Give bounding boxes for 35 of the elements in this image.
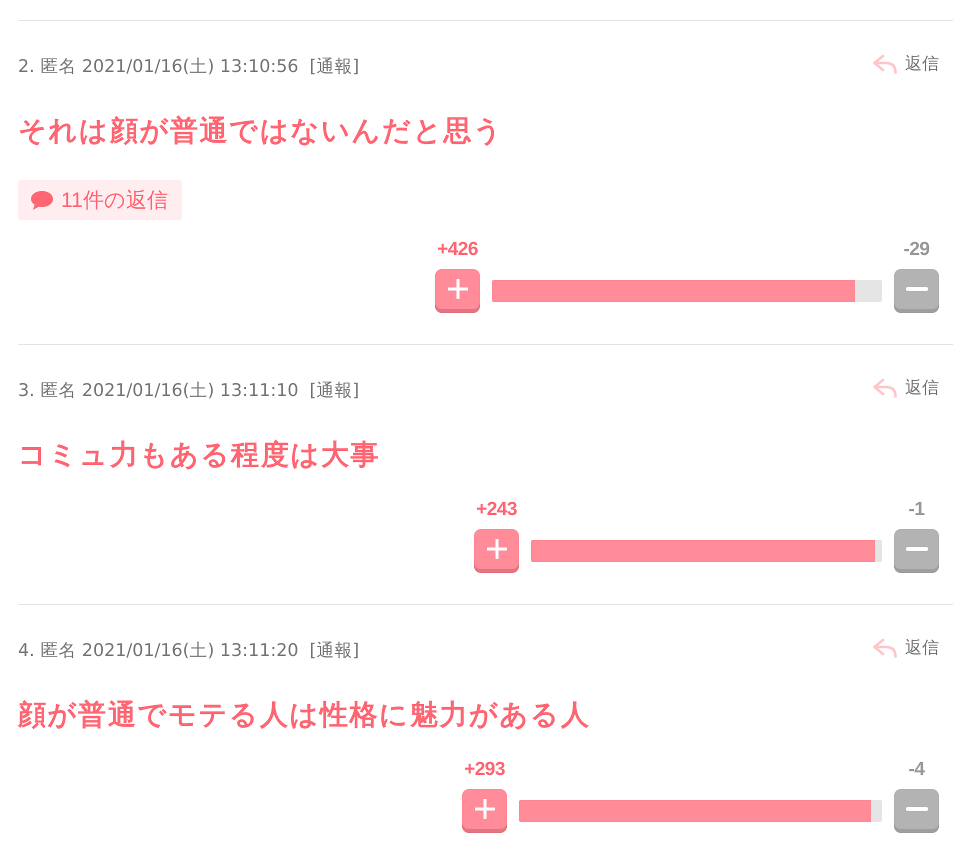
comment-header: 3. 匿名 2021/01/16(土) 13:11:10 xyxy=(18,380,299,403)
minus-icon xyxy=(906,287,928,291)
plus-vote-count: +426 xyxy=(437,240,478,260)
speech-bubble-icon xyxy=(30,190,54,210)
replies-button[interactable]: 11件の返信 xyxy=(18,180,182,220)
reply-arrow-icon xyxy=(872,54,898,74)
minus-icon xyxy=(906,807,928,811)
minus-vote-count: -4 xyxy=(908,760,924,780)
comment-text: それは顔が普通ではないんだと思う xyxy=(18,114,505,148)
reply-link[interactable]: 返信 xyxy=(872,377,939,399)
reply-arrow-icon xyxy=(872,378,898,398)
minus-vote-button[interactable] xyxy=(894,789,939,833)
plus-vote-button[interactable] xyxy=(462,789,507,833)
minus-vote-button[interactable] xyxy=(894,269,939,313)
plus-vote-count: +293 xyxy=(464,760,505,780)
comment-text: コミュ力もある程度は大事 xyxy=(18,438,382,472)
comment-header: 2. 匿名 2021/01/16(土) 13:10:56 xyxy=(18,56,299,79)
minus-icon xyxy=(906,547,928,551)
reply-link[interactable]: 返信 xyxy=(872,53,939,75)
plus-vote-button[interactable] xyxy=(435,269,480,313)
plus-vote-button[interactable] xyxy=(474,529,519,573)
plus-icon xyxy=(474,799,494,819)
minus-vote-count: -1 xyxy=(908,500,924,520)
minus-vote-count: -29 xyxy=(904,240,930,260)
reply-arrow-icon xyxy=(872,638,898,658)
report-link[interactable]: [通報] xyxy=(310,55,360,79)
plus-vote-count: +243 xyxy=(476,500,517,520)
plus-icon xyxy=(486,539,506,559)
reply-link[interactable]: 返信 xyxy=(872,637,939,659)
comment-text: 顔が普通でモテる人は性格に魅力がある人 xyxy=(18,698,592,732)
comment-header: 4. 匿名 2021/01/16(土) 13:11:20 xyxy=(18,640,299,663)
minus-vote-button[interactable] xyxy=(894,529,939,573)
report-link[interactable]: [通報] xyxy=(310,639,360,663)
report-link[interactable]: [通報] xyxy=(310,379,360,403)
plus-icon xyxy=(448,279,468,299)
